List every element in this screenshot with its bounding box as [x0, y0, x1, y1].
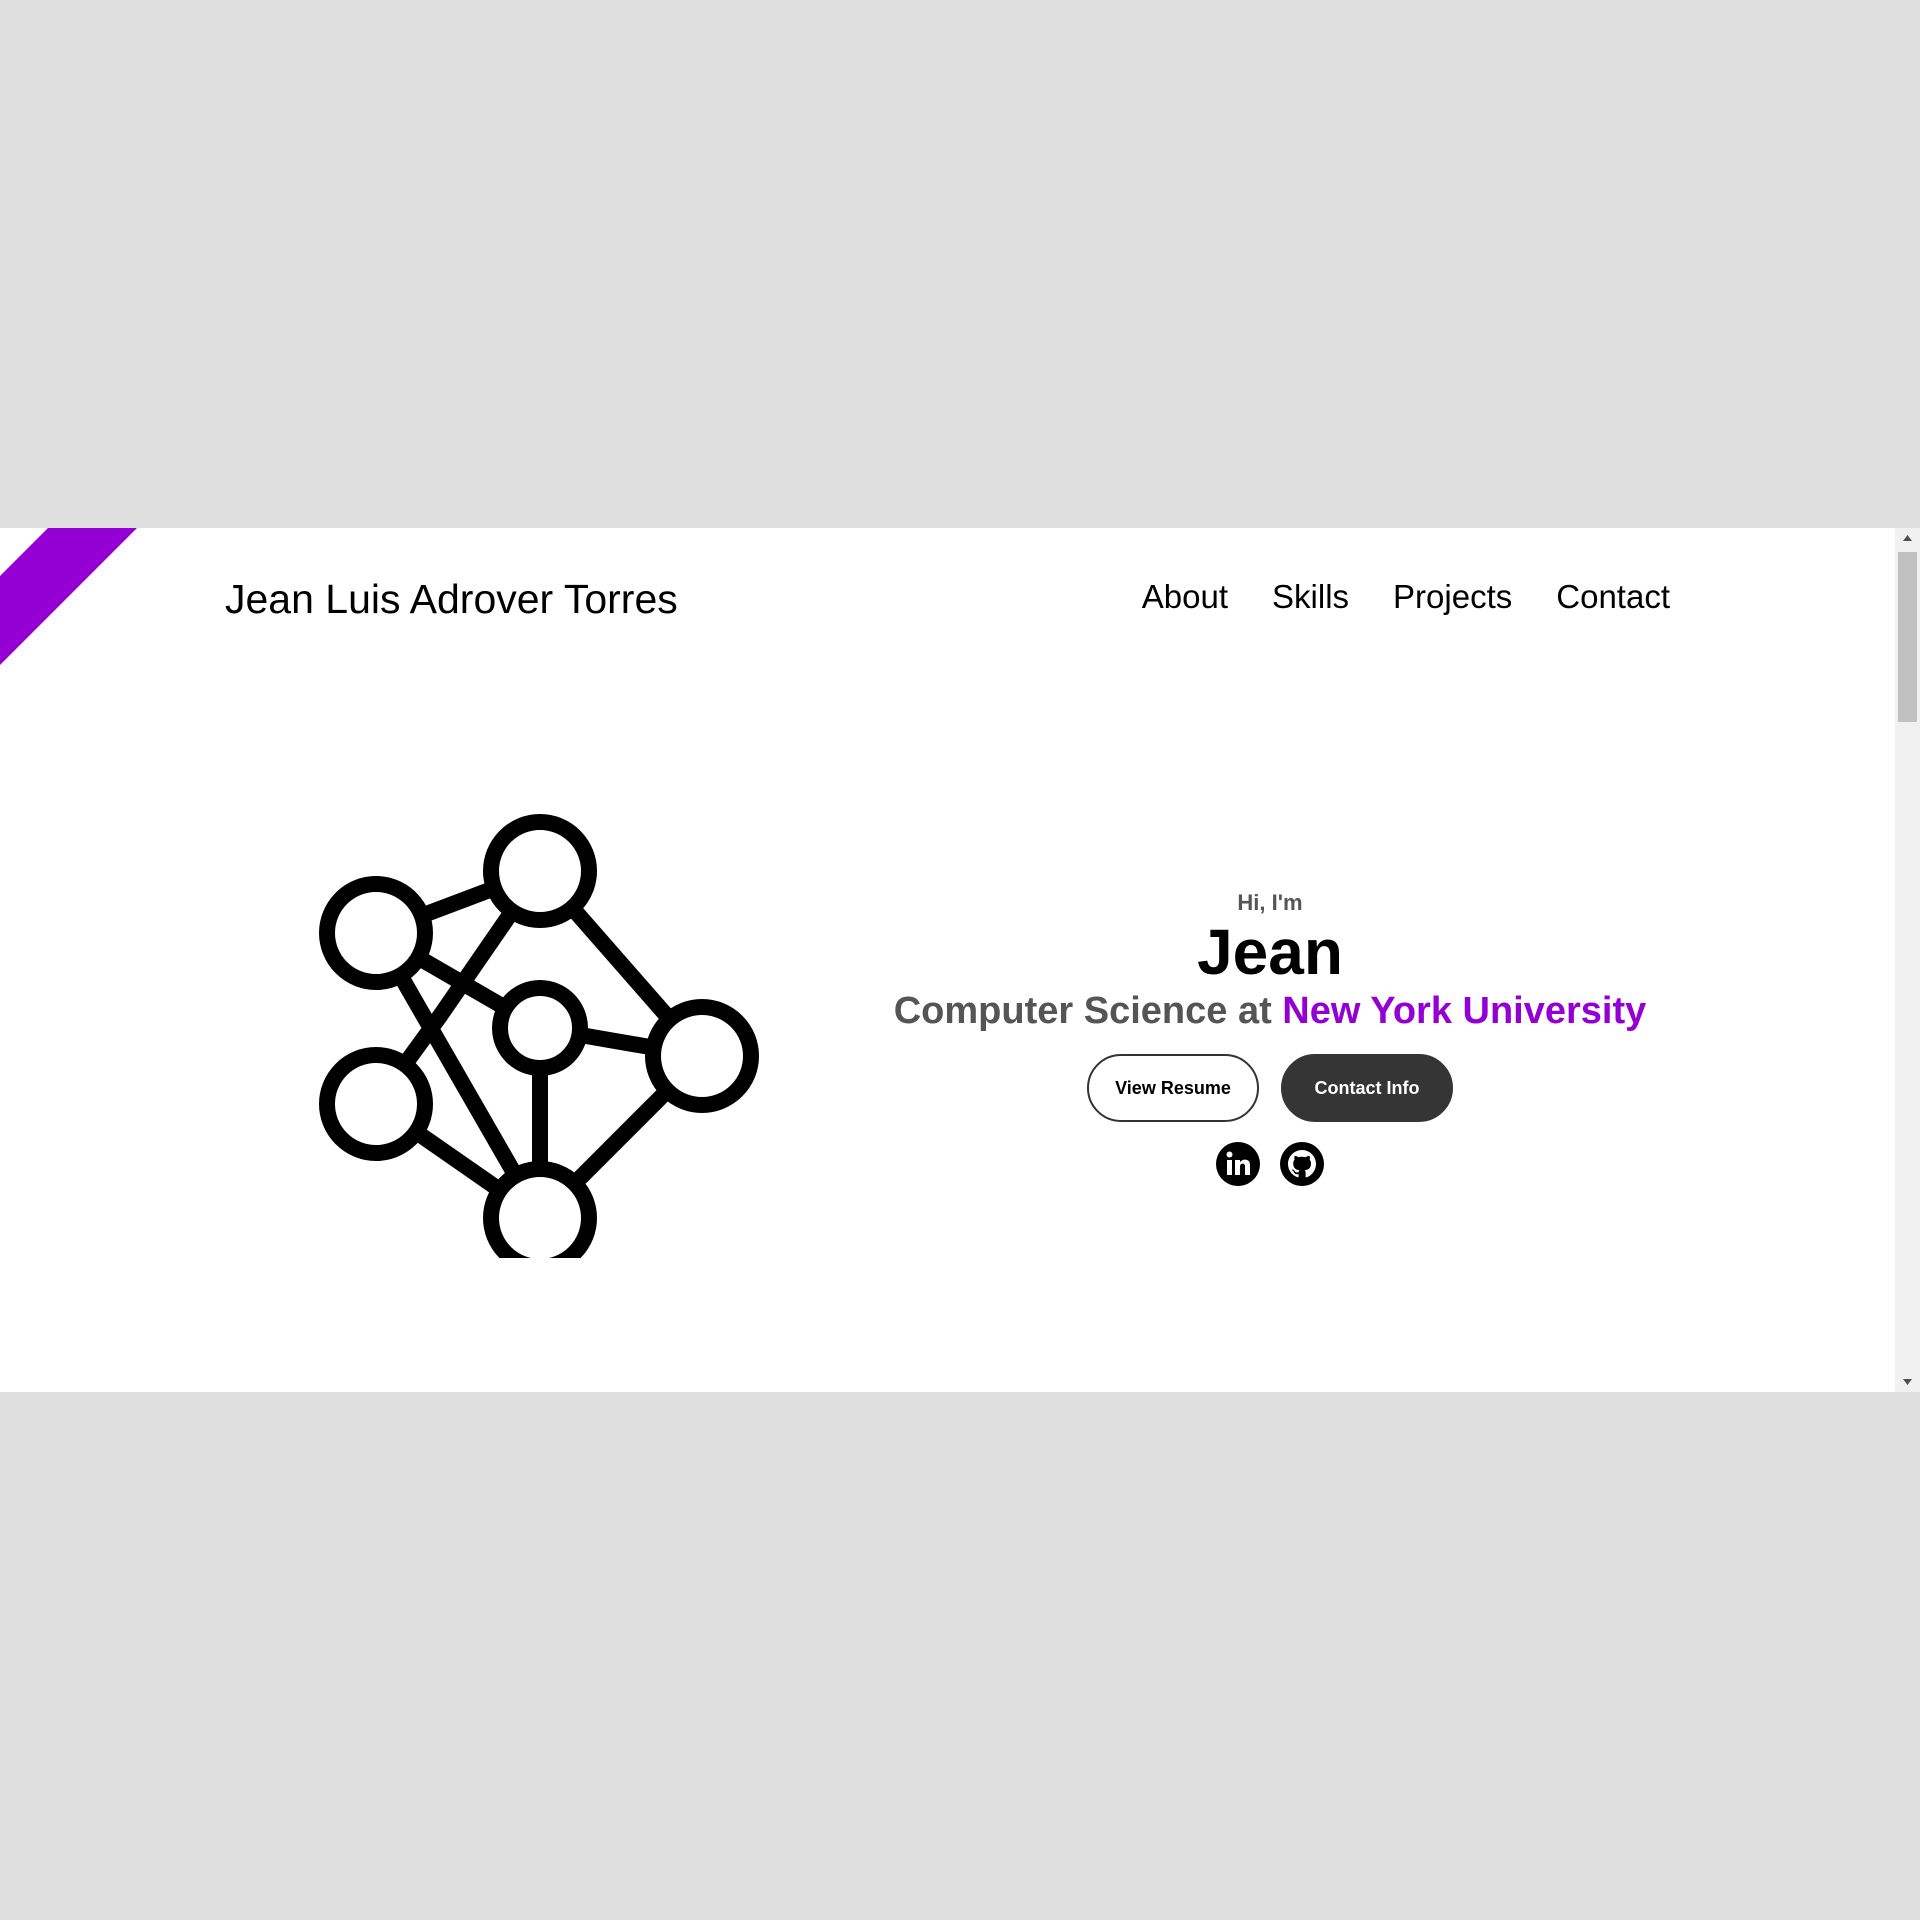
- scroll-down-arrow-icon[interactable]: [1895, 1372, 1920, 1392]
- hero-section: Hi, I'm Jean Computer Science at New Yor…: [870, 890, 1670, 1186]
- nav-link-projects[interactable]: Projects: [1393, 578, 1512, 616]
- view-resume-button[interactable]: View Resume: [1087, 1054, 1259, 1122]
- network-graph-icon: [319, 814, 759, 1258]
- hero-subtitle-prefix: Computer Science at: [893, 990, 1283, 1032]
- contact-info-button[interactable]: Contact Info: [1281, 1054, 1453, 1122]
- vertical-scrollbar[interactable]: [1895, 528, 1920, 1392]
- main-nav: About Skills Projects Contact: [1142, 578, 1670, 616]
- hero-name: Jean: [1197, 916, 1343, 988]
- browser-viewport: Jean Luis Adrover Torres About Skills Pr…: [0, 528, 1920, 1392]
- nav-link-about[interactable]: About: [1142, 578, 1228, 616]
- hero-buttons: View Resume Contact Info: [870, 1054, 1670, 1122]
- site-title[interactable]: Jean Luis Adrover Torres: [225, 576, 678, 623]
- nav-link-contact[interactable]: Contact: [1556, 578, 1670, 616]
- hero-subtitle-university: New York University: [1282, 990, 1647, 1032]
- social-links: [870, 1142, 1670, 1186]
- linkedin-icon[interactable]: [1216, 1142, 1260, 1186]
- hero-greeting: Hi, I'm: [1237, 890, 1303, 915]
- site-header: Jean Luis Adrover Torres About Skills Pr…: [0, 528, 1895, 668]
- scroll-up-arrow-icon[interactable]: [1895, 528, 1920, 548]
- scrollbar-thumb[interactable]: [1898, 552, 1917, 722]
- hero-subtitle: Computer Science at New York University: [870, 988, 1670, 1034]
- nav-link-skills[interactable]: Skills: [1272, 578, 1349, 616]
- github-icon[interactable]: [1280, 1142, 1324, 1186]
